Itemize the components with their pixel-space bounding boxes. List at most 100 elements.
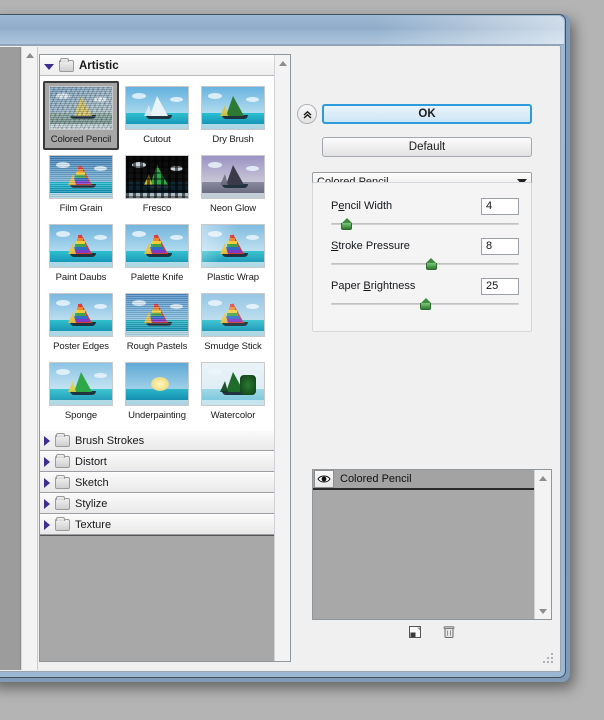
filter-thumbnail-image bbox=[49, 155, 113, 199]
category-label: Sketch bbox=[75, 476, 109, 489]
collapsed-category-list: Brush Strokes Distort Sketch Stylize Texture bbox=[40, 430, 274, 535]
filter-thumbnail-image bbox=[49, 86, 113, 130]
chevron-down-icon[interactable] bbox=[44, 63, 54, 70]
filter-thumbnail-film-grain[interactable]: Film Grain bbox=[43, 150, 119, 219]
parameter-label: Pencil Width bbox=[331, 200, 393, 212]
category-row-brush-strokes[interactable]: Brush Strokes bbox=[40, 430, 274, 451]
filter-thumbnail-image bbox=[125, 224, 189, 268]
effect-layers-scrollbar[interactable] bbox=[534, 470, 551, 619]
resize-grip[interactable] bbox=[541, 653, 554, 666]
scroll-up-arrow-icon[interactable] bbox=[275, 55, 290, 71]
filter-thumbnail-image bbox=[201, 86, 265, 130]
collapse-panel-button[interactable] bbox=[297, 104, 317, 124]
empty-browser-area bbox=[40, 535, 274, 661]
category-label: Brush Strokes bbox=[75, 434, 145, 447]
category-row-stylize[interactable]: Stylize bbox=[40, 493, 274, 514]
filter-thumbnail-label: Poster Edges bbox=[53, 341, 109, 352]
filter-thumbnail-paint-daubs[interactable]: Paint Daubs bbox=[43, 219, 119, 288]
parameter-label: Stroke Pressure bbox=[331, 240, 410, 252]
folder-icon bbox=[55, 453, 70, 468]
effect-layer-row[interactable]: Colored Pencil bbox=[313, 470, 534, 490]
filter-thumbnail-image bbox=[49, 224, 113, 268]
folder-icon bbox=[55, 516, 70, 531]
filter-thumbnail-label: Fresco bbox=[142, 203, 172, 214]
default-button[interactable]: Default bbox=[322, 137, 532, 157]
filter-thumbnail-rough-pastels[interactable]: Rough Pastels bbox=[119, 288, 195, 357]
filter-thumbnail-plastic-wrap[interactable]: Plastic Wrap bbox=[195, 219, 271, 288]
filter-thumbnail-label: Colored Pencil bbox=[50, 134, 112, 145]
filter-thumbnail-image bbox=[201, 293, 265, 337]
folder-icon bbox=[55, 495, 70, 510]
filter-thumbnail-watercolor[interactable]: Watercolor bbox=[195, 357, 271, 426]
filter-thumbnail-sponge[interactable]: Sponge bbox=[43, 357, 119, 426]
filter-thumbnail-label: Plastic Wrap bbox=[207, 272, 259, 283]
filter-thumbnail-fresco[interactable]: Fresco bbox=[119, 150, 195, 219]
filter-gallery-window: Artistic Colored Pencil Cutout Dry Brush Fi… bbox=[0, 14, 566, 678]
parameter-slider[interactable] bbox=[331, 297, 519, 311]
filter-thumbnail-label: Cutout bbox=[143, 134, 171, 145]
parameter-slider[interactable] bbox=[331, 217, 519, 231]
filter-thumbnail-image bbox=[201, 224, 265, 268]
folder-icon bbox=[55, 432, 70, 447]
filter-thumbnail-colored-pencil[interactable]: Colored Pencil bbox=[43, 81, 119, 150]
filter-browser: Artistic Colored Pencil Cutout Dry Brush Fi… bbox=[39, 54, 291, 662]
parameter-value-input[interactable]: 25 bbox=[481, 277, 519, 295]
chevron-right-icon[interactable] bbox=[44, 456, 50, 467]
filter-thumbnail-image bbox=[125, 362, 189, 406]
scroll-up-arrow-icon[interactable] bbox=[535, 470, 551, 486]
filter-thumbnail-label: Palette Knife bbox=[130, 272, 184, 283]
folder-icon bbox=[55, 474, 70, 489]
filter-thumbnail-poster-edges[interactable]: Poster Edges bbox=[43, 288, 119, 357]
parameter-value-input[interactable]: 4 bbox=[481, 197, 519, 215]
filter-thumbnail-underpainting[interactable]: Underpainting bbox=[119, 357, 195, 426]
slider-handle[interactable] bbox=[420, 298, 431, 310]
scroll-up-arrow-icon[interactable] bbox=[22, 47, 37, 63]
preview-vertical-scrollbar[interactable] bbox=[21, 47, 38, 670]
filter-parameters-panel: Pencil Width 4 Stroke Pressure 8 Paper Brigh… bbox=[312, 182, 532, 332]
window-titlebar[interactable] bbox=[0, 16, 564, 45]
parameter-slider[interactable] bbox=[331, 257, 519, 271]
chevron-right-icon[interactable] bbox=[44, 477, 50, 488]
filter-thumbnail-cutout[interactable]: Cutout bbox=[119, 81, 195, 150]
filter-browser-scrollbar[interactable] bbox=[274, 55, 290, 661]
category-label: Stylize bbox=[75, 497, 108, 510]
effect-layers-list: Colored Pencil bbox=[313, 470, 534, 619]
filter-thumbnail-label: Sponge bbox=[64, 410, 98, 421]
slider-handle[interactable] bbox=[341, 218, 353, 230]
titlebar-gloss bbox=[374, 16, 564, 44]
filter-thumbnail-image bbox=[125, 86, 189, 130]
filter-thumbnail-label: Dry Brush bbox=[212, 134, 254, 145]
controls-pane: OK Default Colored Pencil Pencil Width 4 S… bbox=[295, 54, 556, 662]
filter-thumbnail-neon-glow[interactable]: Neon Glow bbox=[195, 150, 271, 219]
category-row-distort[interactable]: Distort bbox=[40, 451, 274, 472]
filter-thumbnail-smudge-stick[interactable]: Smudge Stick bbox=[195, 288, 271, 357]
filter-thumbnail-image bbox=[125, 155, 189, 199]
delete-effect-layer-button[interactable] bbox=[441, 624, 457, 640]
category-row-texture[interactable]: Texture bbox=[40, 514, 274, 535]
category-label: Texture bbox=[75, 518, 112, 531]
category-header-artistic[interactable]: Artistic bbox=[40, 55, 274, 76]
filter-thumbnail-palette-knife[interactable]: Palette Knife bbox=[119, 219, 195, 288]
slider-handle[interactable] bbox=[425, 258, 437, 270]
category-label: Artistic bbox=[79, 59, 119, 72]
filter-thumbnail-label: Underpainting bbox=[128, 410, 186, 421]
scroll-down-arrow-icon[interactable] bbox=[535, 603, 551, 619]
folder-icon bbox=[59, 57, 74, 72]
filter-thumbnail-label: Watercolor bbox=[210, 410, 256, 421]
parameter-value-input[interactable]: 8 bbox=[481, 237, 519, 255]
filter-thumbnail-dry-brush[interactable]: Dry Brush bbox=[195, 81, 271, 150]
ok-button[interactable]: OK bbox=[322, 104, 532, 124]
visibility-eye-icon[interactable] bbox=[314, 470, 334, 488]
category-row-sketch[interactable]: Sketch bbox=[40, 472, 274, 493]
image-preview-pane[interactable] bbox=[0, 47, 21, 670]
new-effect-layer-button[interactable] bbox=[407, 624, 423, 640]
chevron-right-icon[interactable] bbox=[44, 519, 50, 530]
filter-thumbnail-label: Neon Glow bbox=[209, 203, 257, 214]
effect-layers-toolbar bbox=[312, 620, 552, 644]
filter-thumbnail-image bbox=[201, 155, 265, 199]
category-label: Distort bbox=[75, 455, 107, 468]
chevron-right-icon[interactable] bbox=[44, 435, 50, 446]
slider-track bbox=[331, 223, 519, 225]
filter-thumbnail-grid: Colored Pencil Cutout Dry Brush Film Grain F… bbox=[40, 76, 274, 428]
chevron-right-icon[interactable] bbox=[44, 498, 50, 509]
